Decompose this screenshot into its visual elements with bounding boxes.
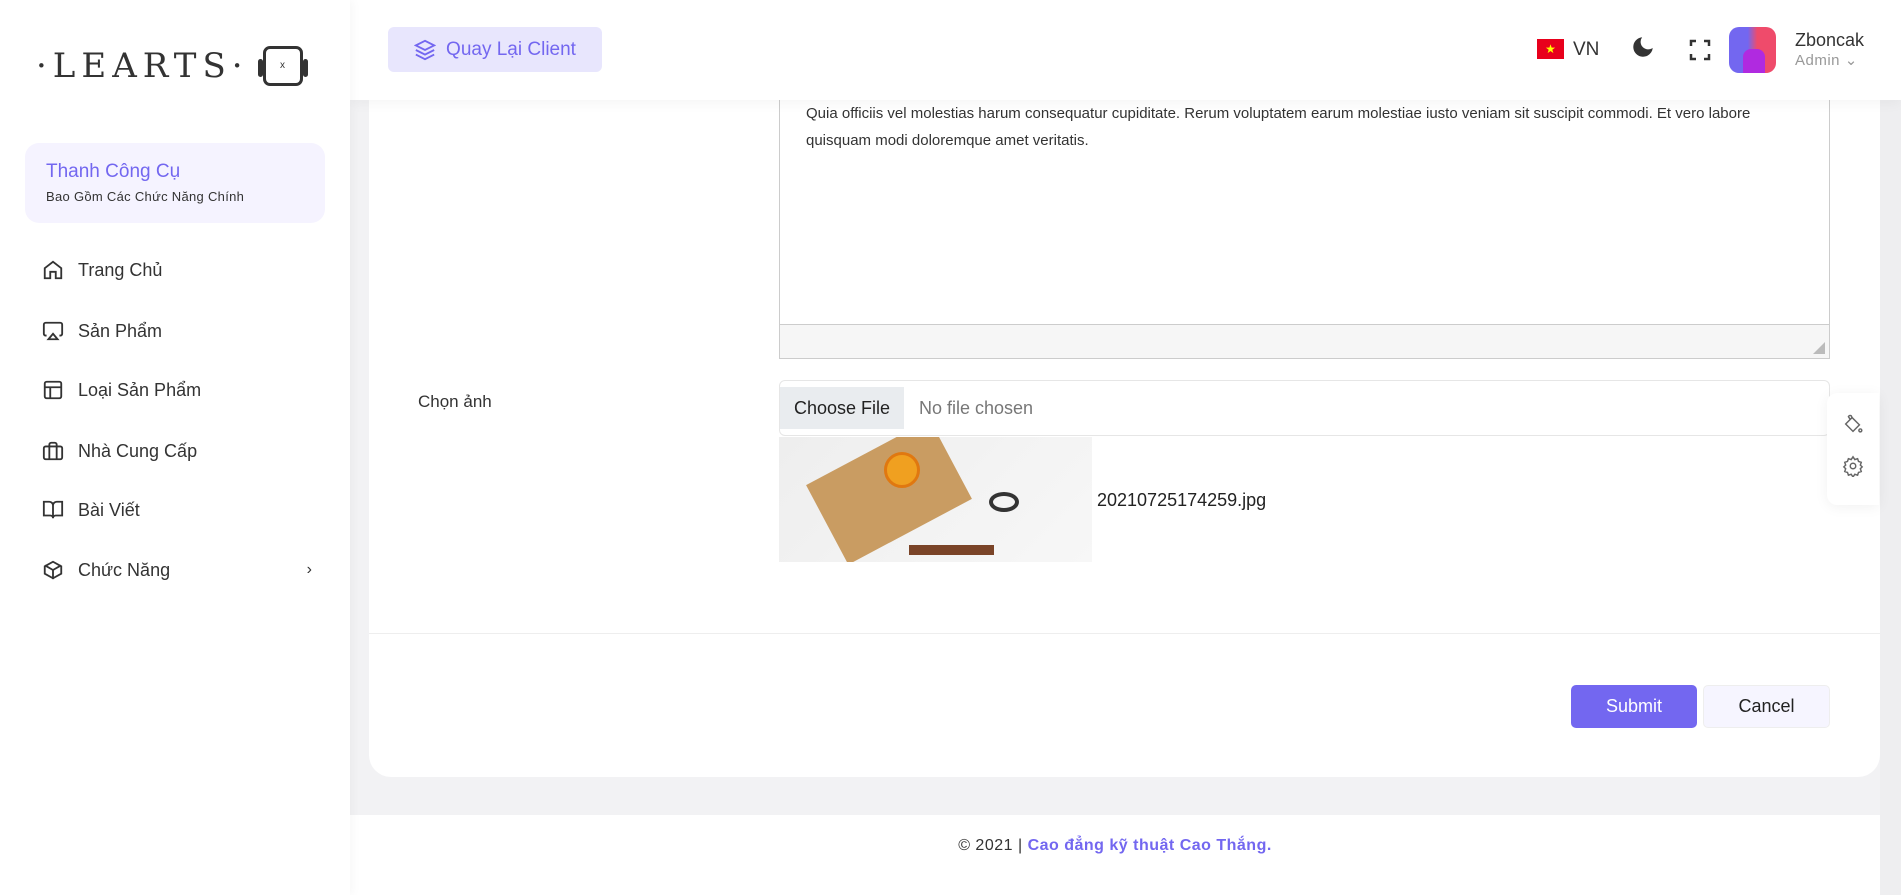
footer-brand-link[interactable]: Cao đẳng kỹ thuật Cao Thắng. bbox=[1028, 837, 1272, 854]
home-icon bbox=[43, 260, 63, 280]
sidebar-item-label: Trang Chủ bbox=[78, 259, 163, 280]
sidebar-item-suppliers[interactable]: Nhà Cung Cấp bbox=[42, 431, 312, 471]
user-role: Admin bbox=[1795, 52, 1841, 69]
edit-form-card: Quia officiis vel molestias harum conseq… bbox=[369, 60, 1880, 777]
language-selector[interactable]: VN bbox=[1573, 39, 1599, 61]
chevron-down-icon: ⌄ bbox=[1844, 52, 1858, 69]
sidebar-item-products[interactable]: Sản Phẩm bbox=[42, 311, 312, 351]
description-text: Quia officiis vel molestias harum conseq… bbox=[806, 105, 1751, 149]
vietnam-flag-icon[interactable]: ★ bbox=[1537, 39, 1564, 59]
sidebar-item-label: Sản Phẩm bbox=[78, 320, 163, 341]
airplay-icon bbox=[42, 321, 64, 341]
sidebar-item-label: Nhà Cung Cấp bbox=[78, 440, 198, 461]
paint-bucket-icon[interactable] bbox=[1842, 413, 1864, 435]
current-file-name: 20210725174259.jpg bbox=[1097, 490, 1267, 510]
book-open-icon bbox=[42, 500, 64, 519]
logo-text: ·LEARTS· bbox=[36, 46, 249, 86]
current-image-thumbnail bbox=[779, 437, 1092, 562]
sidebar-item-categories[interactable]: Loại Sản Phẩm bbox=[42, 370, 312, 410]
scrollbar[interactable] bbox=[1880, 100, 1901, 895]
divider bbox=[369, 633, 1880, 634]
cancel-button[interactable]: Cancel bbox=[1703, 685, 1830, 728]
layout-icon bbox=[43, 380, 63, 400]
customizer-panel bbox=[1827, 393, 1879, 505]
user-name[interactable]: Zboncak bbox=[1795, 30, 1864, 51]
avatar[interactable] bbox=[1729, 27, 1776, 73]
toolbar-card-title: Thanh Công Cụ bbox=[46, 161, 181, 182]
top-header: Quay Lại Client ★ VN Zboncak Admin ⌄ bbox=[350, 0, 1901, 100]
file-status: No file chosen bbox=[919, 397, 1034, 418]
chevron-right-icon: › bbox=[306, 561, 312, 578]
footer: © 2021 | Cao đẳng kỹ thuật Cao Thắng. bbox=[350, 815, 1880, 895]
choose-file-button[interactable]: Choose File bbox=[780, 387, 904, 429]
gear-icon[interactable] bbox=[1842, 455, 1864, 477]
briefcase-icon bbox=[42, 441, 64, 461]
image-file-input[interactable]: Choose File No file chosen bbox=[779, 380, 1830, 436]
back-to-client-label: Quay Lại Client bbox=[446, 38, 576, 60]
box-icon bbox=[43, 560, 63, 580]
image-label: Chọn ảnh bbox=[418, 392, 492, 411]
copyright: © 2021 | bbox=[958, 837, 1028, 854]
robot-logo-icon: x bbox=[257, 46, 308, 86]
sidebar-item-label: Bài Viết bbox=[78, 499, 140, 520]
logo[interactable]: ·LEARTS· x bbox=[36, 46, 308, 86]
user-role-dropdown[interactable]: Admin ⌄ bbox=[1795, 51, 1858, 69]
editor-status-bar bbox=[780, 324, 1829, 358]
submit-button[interactable]: Submit bbox=[1571, 685, 1697, 728]
moon-icon[interactable] bbox=[1630, 34, 1656, 60]
sidebar: ·LEARTS· x Thanh Công Cụ Bao Gồm Các Chứ… bbox=[0, 0, 350, 895]
sidebar-item-label: Chức Năng bbox=[78, 559, 171, 580]
toolbar-card-subtitle: Bao Gồm Các Chức Năng Chính bbox=[46, 189, 245, 204]
sidebar-item-functions[interactable]: Chức Năng › bbox=[42, 550, 312, 590]
fullscreen-icon[interactable] bbox=[1688, 38, 1712, 62]
sidebar-item-home[interactable]: Trang Chủ bbox=[42, 250, 312, 290]
resize-handle[interactable] bbox=[1813, 342, 1825, 354]
description-editor[interactable]: Quia officiis vel molestias harum conseq… bbox=[779, 60, 1830, 359]
sidebar-item-posts[interactable]: Bài Viết bbox=[42, 490, 312, 530]
toolbar-card: Thanh Công Cụ Bao Gồm Các Chức Năng Chín… bbox=[25, 143, 325, 223]
layers-icon bbox=[414, 39, 437, 60]
back-to-client-button[interactable]: Quay Lại Client bbox=[388, 27, 602, 72]
sidebar-item-label: Loại Sản Phẩm bbox=[78, 379, 202, 400]
